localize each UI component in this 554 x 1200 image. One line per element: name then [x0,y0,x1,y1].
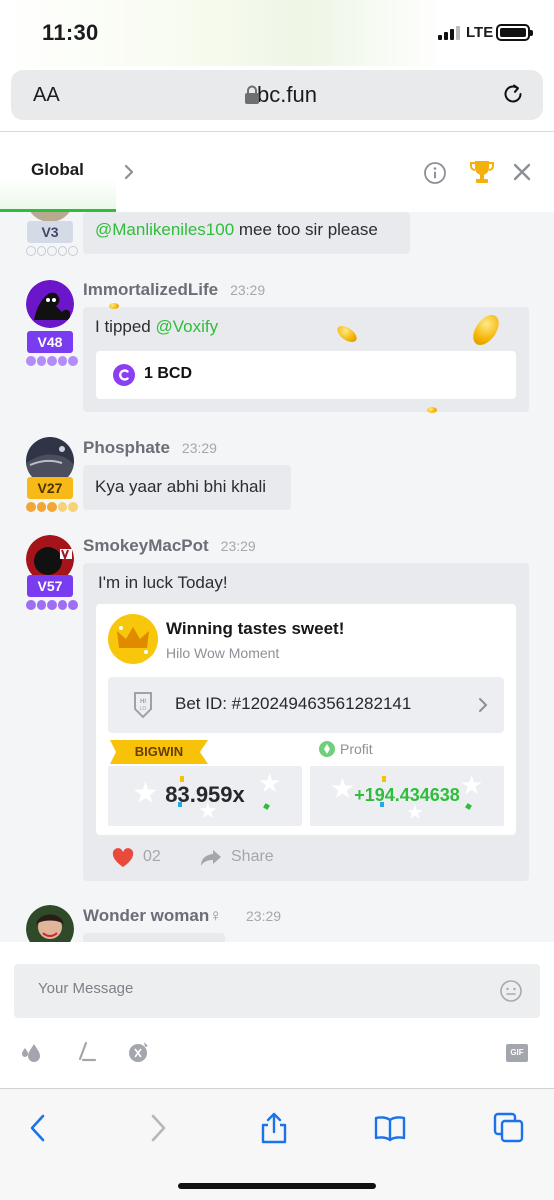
forward-icon[interactable] [140,1111,174,1145]
mention-link[interactable]: @Voxify [156,317,219,336]
reload-icon[interactable] [501,82,525,106]
message-text: mee too sir please [234,220,378,239]
tip-text: I tipped @Voxify [95,317,219,336]
battery-icon [496,24,533,41]
vip-badge: V57 [27,575,73,597]
svg-text:HI: HI [140,699,146,705]
signal-icon [438,26,460,40]
message-input-box[interactable] [14,964,540,1018]
like-count: 02 [143,848,161,865]
vip-badge: V3 [27,221,73,243]
chat-header: Global [0,132,554,212]
tabs-icon[interactable] [492,1111,526,1145]
avatar[interactable] [26,280,74,328]
multiplier-value: 83.959x [165,782,245,807]
gif-label: GIF [510,1048,524,1057]
back-icon[interactable] [22,1111,56,1145]
message-time: 23:29 [230,282,266,298]
message-text: I'm in luck Today! [98,573,228,592]
crown-icon [108,614,158,664]
bookmarks-icon[interactable] [373,1111,407,1145]
message-input[interactable] [38,980,478,997]
home-indicator [178,1183,376,1189]
chevron-right-icon [479,698,488,712]
vip-stars [26,502,78,514]
bigwin-badge: BIGWIN [110,740,208,764]
share-bubble: I'm in luck Today! Winning tastes sweet!… [83,563,529,881]
heart-icon[interactable] [112,848,134,868]
message-time: 23:29 [246,908,282,924]
bet-id: Bet ID: #120249463561282141 [175,694,412,713]
message-list[interactable]: V3 @Manlikeniles100 mee too sir please V… [0,212,554,942]
gender-icon: ♀ [209,906,222,925]
chevron-right-icon[interactable] [122,162,136,182]
coin-decoration [109,303,119,309]
bet-share-card[interactable]: Winning tastes sweet! Hilo Wow Moment HI… [96,604,516,835]
hilo-game-icon: HILO [134,692,152,719]
avatar[interactable] [26,905,74,942]
share-sheet-icon[interactable] [257,1111,291,1145]
confetti-decoration [382,776,386,782]
bet-id-row[interactable]: HI LO Bet ID: #120249463561282141 [108,677,504,733]
tab-global[interactable]: Global [0,132,116,212]
profit-panel: ★ ★ ★ +194.434638 [310,766,504,826]
composer: GIF [0,942,554,1088]
message-bubble [83,933,225,942]
bcd-coin-icon [113,364,135,386]
svg-text:LO: LO [140,706,147,712]
bigwin-label: BIGWIN [134,744,184,759]
profit-icon [319,741,335,757]
tip-card: 1 BCD [96,351,516,399]
vip-badge: V27 [27,477,73,499]
command-slash-icon[interactable] [74,1040,98,1064]
card-subtitle: Hilo Wow Moment [166,645,280,661]
coin-decoration [427,407,437,413]
coin-tip-icon[interactable] [126,1040,150,1064]
close-icon[interactable] [512,162,532,182]
address-bar[interactable]: AA bc.fun [11,70,543,120]
username[interactable]: Phosphate 23:29 [83,438,217,458]
username[interactable]: Wonder woman♀ 23:29 [83,906,281,926]
lock-icon [245,85,259,104]
trophy-icon[interactable] [468,158,496,186]
emoji-icon[interactable] [500,980,522,1002]
gif-button[interactable]: GIF [506,1044,528,1062]
status-time: 11:30 [42,20,99,45]
multiplier-panel: ★ ★ ★ 83.959x [108,766,302,826]
message-time: 23:29 [220,538,256,554]
mention-link[interactable]: @Manlikeniles100 [95,220,234,239]
message-time: 23:29 [181,440,217,456]
vip-stars [26,356,78,368]
profit-value: +194.434638 [354,785,460,805]
username[interactable]: SmokeyMacPot 23:29 [83,536,256,556]
vip-badge: V48 [27,331,73,353]
share-icon[interactable] [200,849,222,867]
card-title: Winning tastes sweet! [166,619,345,638]
tip-amount: 1 BCD [144,365,193,382]
share-button[interactable]: Share [231,848,274,866]
tab-global-label: Global [31,160,84,179]
rain-drop-icon[interactable] [20,1040,44,1064]
screen: 11:30 LTE AA bc.fun Global V3 @Manlikeni… [0,0,554,1200]
username[interactable]: ImmortalizedLife 23:29 [83,280,265,300]
coin-decoration [334,322,360,346]
coin-decoration [468,310,504,350]
vip-stars [26,600,78,612]
network-label: LTE [466,24,494,41]
tip-bubble: I tipped @Voxify 1 BCD [83,303,529,413]
info-icon[interactable] [423,161,447,185]
status-bar: 11:30 LTE [0,0,554,66]
url-text[interactable]: bc.fun [11,82,543,108]
message-bubble: @Manlikeniles100 mee too sir please [83,212,410,254]
message-bubble: Kya yaar abhi bhi khali [83,465,291,510]
profit-label: Profit [340,741,373,757]
vip-stars [26,246,78,258]
